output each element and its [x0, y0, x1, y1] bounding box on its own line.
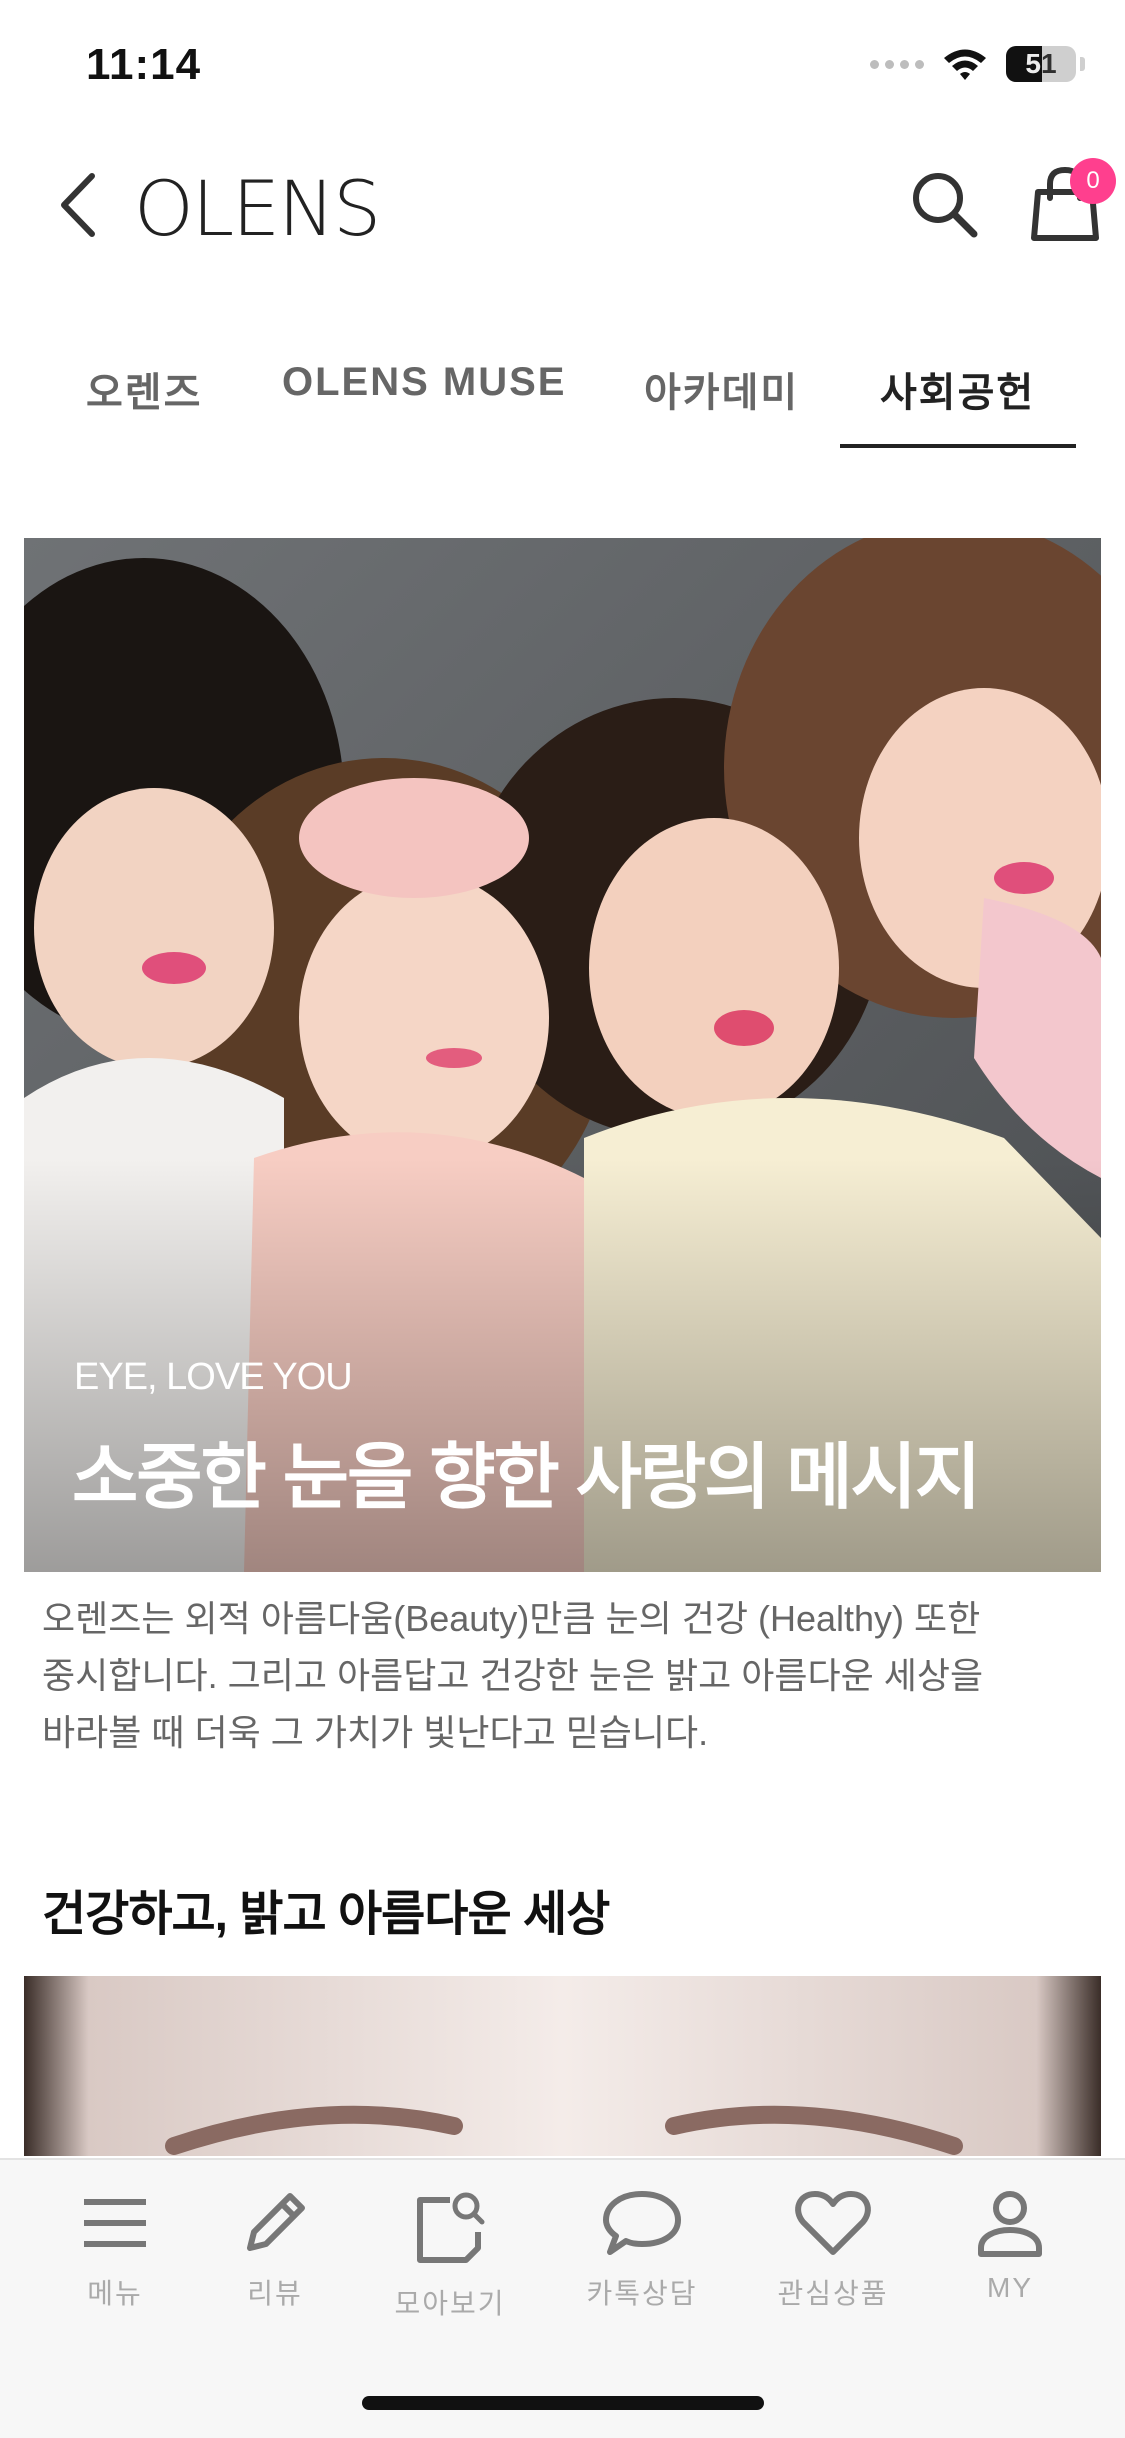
hero-photo	[24, 538, 1101, 1572]
tab-olens-muse[interactable]: OLENS MUSE	[282, 360, 566, 405]
tab-social-contribution[interactable]: 사회공헌	[880, 360, 1035, 418]
cart-count-badge: 0	[1070, 158, 1116, 204]
pencil-icon	[247, 2193, 305, 2251]
nav-kakao-chat[interactable]: 카톡상담	[557, 2188, 727, 2338]
nav-menu[interactable]: 메뉴	[30, 2188, 200, 2338]
hero-subtitle: EYE, LOVE YOU	[74, 1356, 353, 1398]
section-photo	[24, 1976, 1101, 2156]
battery-tip	[1080, 57, 1085, 71]
heart-icon	[795, 2191, 871, 2255]
hero-banner[interactable]: EYE, LOVE YOU 소중한 눈을 향한 사랑의 메시지	[24, 538, 1101, 1572]
nav-label: 모아보기	[394, 2288, 506, 2319]
section-title: 건강하고, 밝고 아름다운 세상	[42, 1888, 610, 1941]
battery-percent: 51	[1025, 48, 1057, 79]
description-line: 바라볼 때 더욱 그 가치가 빛난다고 믿습니다.	[42, 1712, 709, 1753]
chevron-left-icon	[61, 173, 95, 237]
nav-my[interactable]: MY	[925, 2188, 1095, 2338]
battery-icon: 51	[1006, 46, 1076, 82]
nav-review[interactable]: 리뷰	[190, 2188, 360, 2338]
collection-icon	[417, 2192, 485, 2263]
brand-logo[interactable]: OLENS	[134, 164, 381, 253]
status-time: 11:14	[86, 40, 202, 89]
hero-title: 소중한 눈을 향한 사랑의 메시지	[72, 1438, 981, 1518]
active-tab-indicator	[840, 444, 1076, 448]
person-icon	[978, 2191, 1042, 2257]
menu-icon	[84, 2199, 146, 2247]
back-button[interactable]	[52, 170, 112, 240]
tab-academy[interactable]: 아카데미	[644, 360, 799, 418]
description-line: 오렌즈는 외적 아름다움(Beauty)만큼 눈의 건강 (Healthy) 또…	[42, 1598, 981, 1639]
cellular-signal-icon	[870, 59, 924, 69]
wifi-icon	[944, 49, 986, 80]
nav-label: 메뉴	[87, 2278, 143, 2309]
category-tabs: 오렌즈 OLENS MUSE 아카데미 사회공헌	[0, 340, 1125, 450]
search-icon	[913, 173, 978, 238]
nav-label: 카톡상담	[586, 2278, 698, 2309]
nav-label: 리뷰	[247, 2278, 303, 2309]
nav-label: 관심상품	[777, 2278, 889, 2309]
eye-closeup-image	[24, 1976, 1101, 2156]
status-indicators: 51	[870, 46, 1085, 82]
home-indicator[interactable]	[362, 2396, 764, 2410]
brand-description: 오렌즈는 외적 아름다움(Beauty)만큼 눈의 건강 (Healthy) 또…	[42, 1590, 1092, 1761]
app-header: OLENS	[0, 150, 1125, 260]
nav-wishlist[interactable]: 관심상품	[748, 2188, 918, 2338]
status-bar: 11:14 51	[0, 0, 1125, 130]
nav-label: MY	[987, 2272, 1033, 2303]
chat-icon	[603, 2191, 681, 2255]
nav-collection[interactable]: 모아보기	[365, 2188, 535, 2338]
description-line: 중시합니다. 그리고 아름답고 건강한 눈은 밝고 아름다운 세상을	[42, 1655, 984, 1696]
search-button[interactable]	[910, 170, 980, 240]
tab-olens[interactable]: 오렌즈	[86, 360, 202, 418]
